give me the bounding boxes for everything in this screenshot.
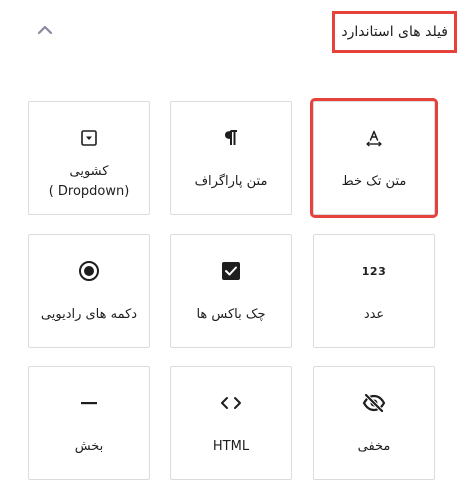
field-card-section[interactable]: بخش [28, 366, 150, 480]
checkbox-icon [171, 259, 291, 283]
field-label: مخفی [357, 439, 391, 454]
field-label: HTML [212, 439, 250, 454]
field-card-html[interactable]: HTML [170, 366, 292, 480]
field-card-paragraph-text[interactable]: متن پاراگراف [170, 101, 292, 215]
field-grid: متن تک خط متن پاراگراف کشویی ( Dropdown)… [0, 0, 463, 497]
field-label-line2: ( Dropdown) [48, 184, 130, 199]
field-label: چک باکس ها [196, 307, 266, 322]
field-card-dropdown[interactable]: کشویی ( Dropdown) [28, 101, 150, 215]
pilcrow-icon [171, 126, 291, 150]
radio-icon [29, 259, 149, 283]
field-card-hidden[interactable]: مخفی [313, 366, 435, 480]
field-label: متن پاراگراف [194, 174, 268, 189]
field-label: بخش [74, 439, 104, 454]
minus-icon [29, 391, 149, 415]
field-label: عدد [363, 307, 385, 322]
number-icon: 123 [314, 259, 434, 283]
eye-slash-icon [314, 391, 434, 415]
field-label-line1: کشویی [69, 164, 109, 179]
field-label: دکمه های رادیویی [40, 307, 138, 322]
dropdown-icon [29, 126, 149, 150]
field-label: متن تک خط [341, 174, 407, 189]
field-card-single-line-text[interactable]: متن تک خط [310, 98, 438, 218]
field-card-number[interactable]: 123 عدد [313, 234, 435, 348]
field-card-checkboxes[interactable]: چک باکس ها [170, 234, 292, 348]
number-glyph: 123 [361, 264, 387, 278]
text-field-icon [314, 126, 434, 150]
code-icon [171, 391, 291, 415]
field-card-radio-buttons[interactable]: دکمه های رادیویی [28, 234, 150, 348]
field-label: کشویی ( Dropdown) [31, 160, 147, 204]
